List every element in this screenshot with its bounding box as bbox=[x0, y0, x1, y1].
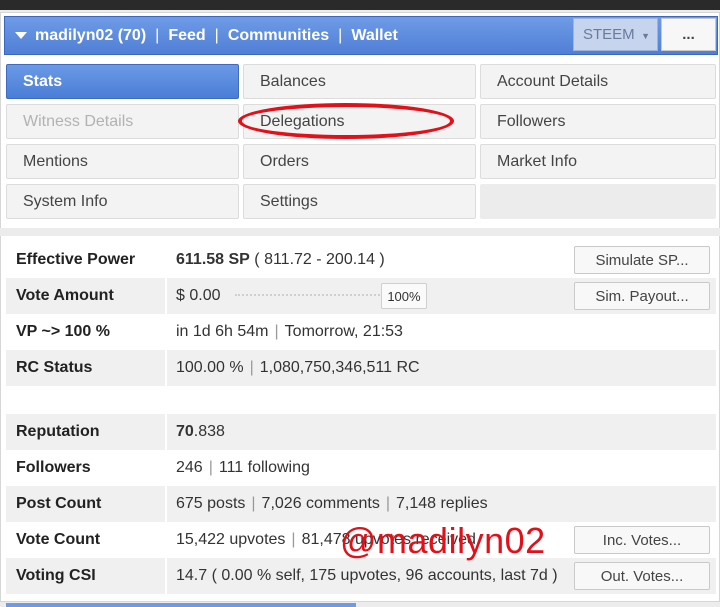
section-divider bbox=[0, 228, 720, 236]
upvotes-received: 81,478 upvotes received bbox=[301, 531, 476, 548]
vote-amount-value: $ 0.00 bbox=[176, 287, 221, 305]
tab-grid: Stats Balances Account Details Witness D… bbox=[6, 64, 716, 224]
label-reputation: Reputation bbox=[6, 414, 167, 450]
upvotes-count: 15,422 upvotes bbox=[176, 531, 286, 548]
inc-votes-button[interactable]: Inc. Votes... bbox=[574, 526, 710, 554]
top-edge bbox=[0, 0, 720, 10]
tab-witness-details[interactable]: Witness Details bbox=[6, 104, 239, 139]
bottom-strip bbox=[6, 603, 356, 607]
row-followers: Followers 246 | 111 following bbox=[6, 450, 716, 486]
collapse-arrow-icon[interactable] bbox=[15, 32, 27, 39]
tab-account-details[interactable]: Account Details bbox=[480, 64, 716, 99]
row-effective-power: Effective Power 611.58 SP ( 811.72 - 200… bbox=[6, 242, 716, 278]
label-voting-csi: Voting CSI bbox=[6, 558, 167, 594]
value-vp: in 1d 6h 54m | Tomorrow, 21:53 bbox=[176, 323, 403, 340]
caret-down-icon: ▼ bbox=[641, 31, 650, 41]
tab-delegations[interactable]: Delegations bbox=[243, 104, 476, 139]
tab-stats[interactable]: Stats bbox=[6, 64, 239, 99]
vp-time: in 1d 6h 54m bbox=[176, 323, 269, 340]
value-voting-csi: 14.7 ( 0.00 % self, 175 upvotes, 96 acco… bbox=[166, 558, 571, 594]
value-rc-status: 100.00 % | 1,080,750,346,511 RC bbox=[166, 350, 716, 386]
currency-select[interactable]: STEEM ▼ bbox=[573, 18, 658, 51]
stats-table: Effective Power 611.58 SP ( 811.72 - 200… bbox=[6, 242, 716, 594]
slider-track[interactable] bbox=[234, 294, 383, 300]
followers-count: 246 bbox=[176, 459, 203, 476]
row-vp: VP ~> 100 % in 1d 6h 54m | Tomorrow, 21:53 bbox=[6, 314, 716, 350]
simulate-sp-button[interactable]: Simulate SP... bbox=[574, 246, 710, 274]
label-post-count: Post Count bbox=[6, 486, 167, 522]
more-button[interactable]: ... bbox=[661, 18, 716, 51]
row-post-count: Post Count 675 posts | 7,026 comments | 7,14… bbox=[6, 486, 716, 522]
row-rc-status: RC Status 100.00 % | 1,080,750,346,511 RC bbox=[6, 350, 716, 386]
nav-separator: | bbox=[338, 26, 343, 44]
nav-separator: | bbox=[214, 26, 219, 44]
replies-count: 7,148 replies bbox=[395, 495, 488, 512]
currency-select-value: STEEM bbox=[583, 26, 635, 43]
effective-power-sp: 611.58 SP bbox=[176, 251, 250, 268]
label-followers: Followers bbox=[6, 450, 167, 486]
nav-separator: | bbox=[155, 26, 160, 44]
out-votes-button[interactable]: Out. Votes... bbox=[574, 562, 710, 590]
label-effective-power: Effective Power bbox=[6, 242, 167, 278]
value-reputation: 70.838 bbox=[166, 414, 716, 450]
tab-market-info[interactable]: Market Info bbox=[480, 144, 716, 179]
label-vote-amount: Vote Amount bbox=[6, 278, 167, 314]
label-rc-status: RC Status bbox=[6, 350, 167, 386]
value-vote-count: 15,422 upvotes | 81,478 upvotes received bbox=[176, 531, 476, 548]
reputation-dec: .838 bbox=[193, 423, 225, 440]
nav-feed[interactable]: Feed bbox=[168, 27, 205, 45]
nav-wallet[interactable]: Wallet bbox=[351, 27, 398, 45]
row-reputation: Reputation 70.838 bbox=[6, 414, 716, 450]
value-followers: 246 | 111 following bbox=[176, 459, 310, 476]
tab-mentions[interactable]: Mentions bbox=[6, 144, 239, 179]
tab-followers[interactable]: Followers bbox=[480, 104, 716, 139]
comments-count: 7,026 comments bbox=[261, 495, 380, 512]
slider-percent[interactable]: 100% bbox=[380, 283, 427, 309]
rc-percent: 100.00 % bbox=[176, 359, 244, 376]
tab-empty-cell bbox=[480, 184, 716, 219]
reputation-int: 70 bbox=[176, 423, 194, 440]
tab-balances[interactable]: Balances bbox=[243, 64, 476, 99]
value-vote-amount: $ 0.00 100% bbox=[166, 278, 571, 314]
posts-count: 675 posts bbox=[176, 495, 246, 512]
row-voting-csi: Voting CSI 14.7 ( 0.00 % self, 175 upvot… bbox=[6, 558, 716, 594]
row-vote-count: Vote Count 15,422 upvotes | 81,478 upvotes… bbox=[6, 522, 716, 558]
label-vp: VP ~> 100 % bbox=[6, 314, 167, 350]
nav-communities[interactable]: Communities bbox=[228, 27, 329, 45]
tab-system-info[interactable]: System Info bbox=[6, 184, 239, 219]
value-post-count: 675 posts | 7,026 comments | 7,148 replies bbox=[166, 486, 716, 522]
row-vote-amount: Vote Amount $ 0.00 100% Sim. Payout... bbox=[6, 278, 716, 314]
vote-weight-slider[interactable]: 100% bbox=[234, 283, 427, 309]
tab-orders[interactable]: Orders bbox=[243, 144, 476, 179]
row-spacer bbox=[6, 386, 716, 414]
vp-when: Tomorrow, 21:53 bbox=[284, 323, 403, 340]
value-effective-power: 611.58 SP ( 811.72 - 200.14 ) bbox=[166, 242, 571, 278]
following-count: 111 following bbox=[218, 459, 310, 476]
effective-power-detail: ( 811.72 - 200.14 ) bbox=[249, 251, 385, 268]
rc-amount: 1,080,750,346,511 RC bbox=[259, 359, 420, 376]
label-vote-count: Vote Count bbox=[6, 522, 167, 558]
sim-payout-button[interactable]: Sim. Payout... bbox=[574, 282, 710, 310]
user-link[interactable]: madilyn02 (70) bbox=[35, 27, 146, 45]
tab-settings[interactable]: Settings bbox=[243, 184, 476, 219]
